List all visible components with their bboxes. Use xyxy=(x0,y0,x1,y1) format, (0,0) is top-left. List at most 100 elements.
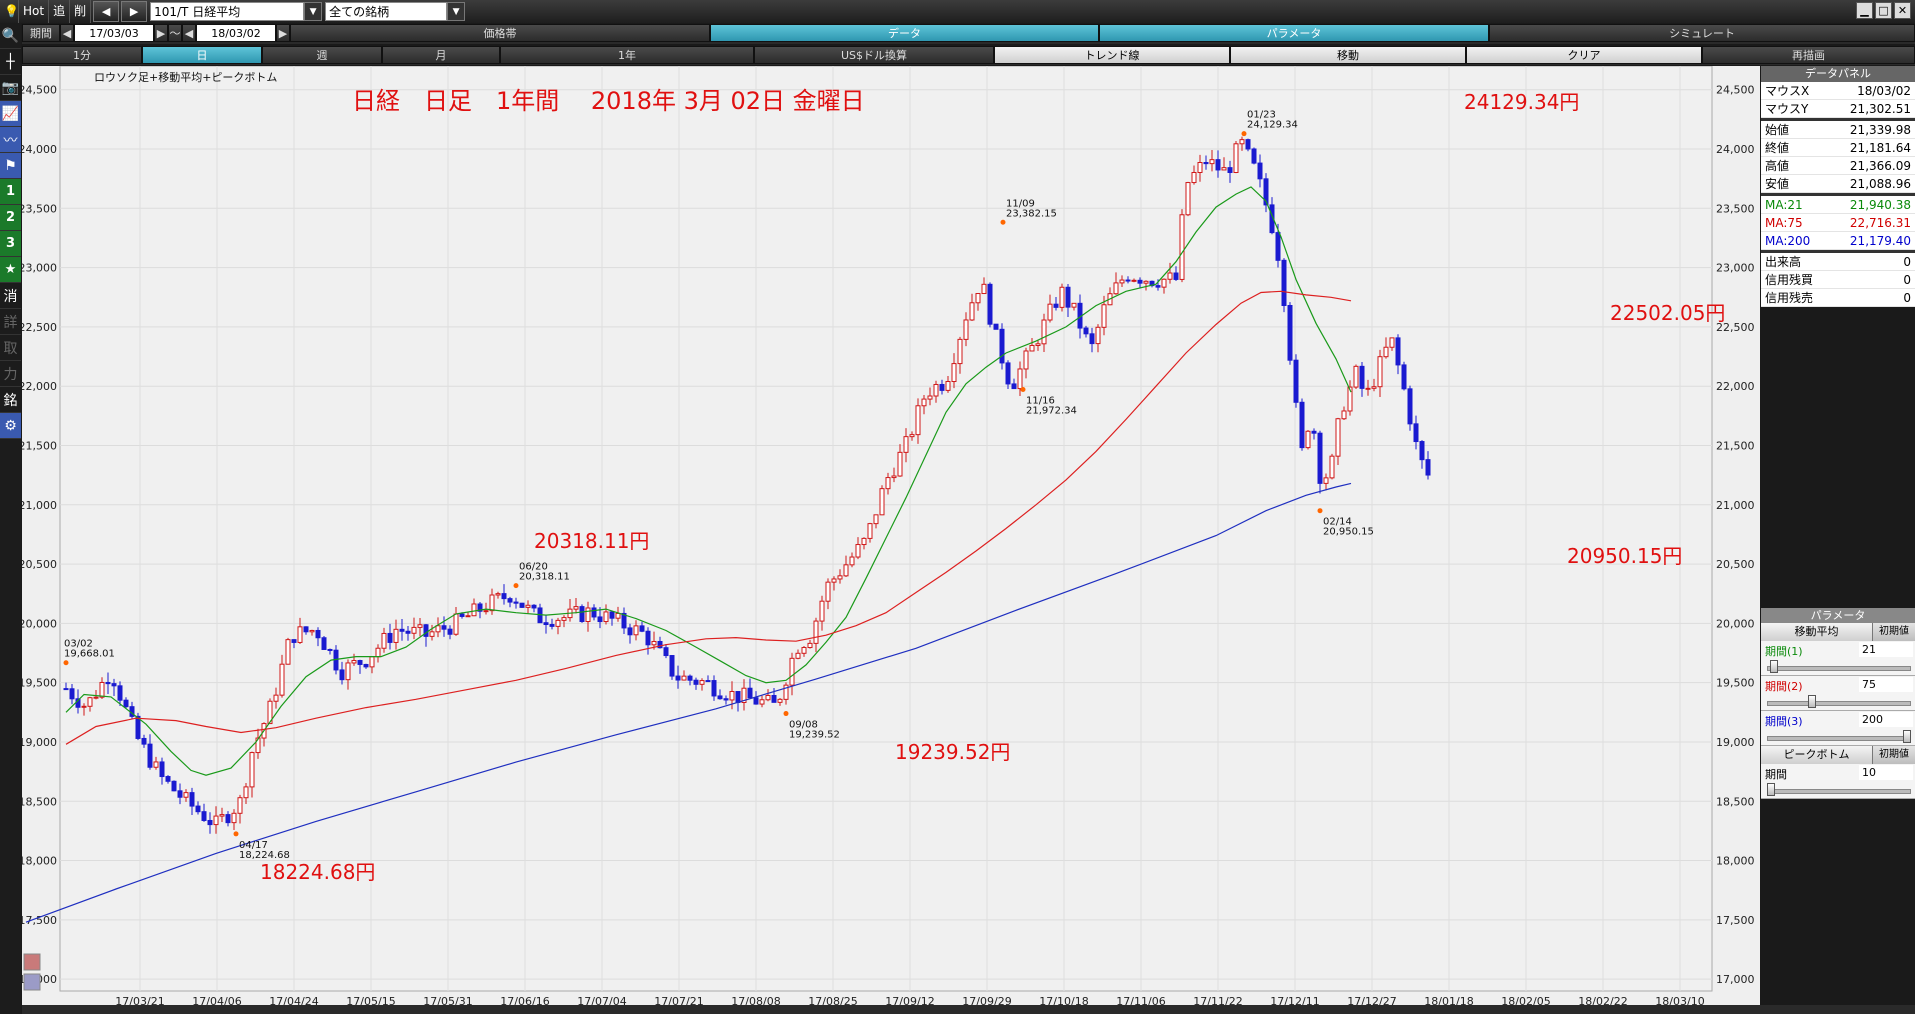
crosshair-icon[interactable]: ┼ xyxy=(0,49,21,75)
preset-1-button[interactable]: 1 xyxy=(0,179,21,205)
usd-convert-button[interactable]: US$ドル換算 xyxy=(754,46,994,64)
ma-period-slider[interactable] xyxy=(1767,701,1911,706)
line-chart-2-icon[interactable]: 〰 xyxy=(0,127,21,153)
y-tick-label-right: 23,000 xyxy=(1716,262,1755,275)
camera-icon[interactable]: 📷 xyxy=(0,75,21,101)
candle-body xyxy=(471,603,477,617)
candle-body xyxy=(327,648,333,651)
candle-body xyxy=(1119,279,1125,284)
from-next-button[interactable]: ▶ xyxy=(154,24,168,42)
search-icon[interactable]: 🔍 xyxy=(0,23,21,49)
candle-body xyxy=(945,381,951,391)
candle-body xyxy=(273,694,279,702)
bottom-scrollbar[interactable] xyxy=(22,1005,1915,1014)
ma-reset-button[interactable]: 初期値 xyxy=(1872,623,1915,641)
peak-reset-button[interactable]: 初期値 xyxy=(1872,746,1915,764)
to-next-button[interactable]: ▶ xyxy=(276,24,290,42)
detail-button[interactable]: 詳 xyxy=(0,309,21,335)
preset-2-button[interactable]: 2 xyxy=(0,205,21,231)
candle-body xyxy=(105,681,111,685)
trendline-button[interactable]: トレンド線 xyxy=(994,46,1230,64)
candle-body xyxy=(435,625,441,633)
tab-parameter[interactable]: パラメータ xyxy=(1099,24,1489,42)
universe-select[interactable]: 全ての銘柄 xyxy=(325,2,448,21)
ma-period-slider[interactable] xyxy=(1767,736,1911,741)
y-tick-label: 17,500 xyxy=(22,914,57,927)
prev-symbol-button[interactable]: ◀ xyxy=(93,1,120,22)
candle-body xyxy=(705,680,711,683)
ma-period-input[interactable]: 200 xyxy=(1859,712,1913,727)
gear-icon[interactable]: ⚙ xyxy=(0,413,21,439)
candle-body xyxy=(843,564,849,577)
candle-body xyxy=(1005,362,1011,385)
clear-button[interactable]: クリア xyxy=(1466,46,1702,64)
ma-period-input[interactable]: 21 xyxy=(1859,642,1913,657)
ma-period-slider-handle[interactable] xyxy=(1769,660,1778,673)
redraw-button[interactable]: 再描画 xyxy=(1702,46,1915,64)
candle-body xyxy=(867,523,873,539)
candle-body xyxy=(123,699,129,708)
symbol-button[interactable]: 銘 xyxy=(0,387,21,413)
peak-period-input[interactable]: 10 xyxy=(1859,765,1913,780)
erase-button[interactable]: 消 xyxy=(0,283,21,309)
tab-price-band[interactable]: 価格帯 xyxy=(290,24,710,42)
parameter-panel: パラメータ 移動平均 初期値 期間(1) 21 期間(2) 75 期間(3) 200 ピー… xyxy=(1761,608,1915,799)
from-prev-button[interactable]: ◀ xyxy=(60,24,74,42)
preset-3-button[interactable]: 3 xyxy=(0,231,21,257)
flag-icon[interactable]: ⚑ xyxy=(0,153,21,179)
to-prev-button[interactable]: ◀ xyxy=(182,24,196,42)
candlestick-chart[interactable]: 17,00017,00017,50017,50018,00018,00018,5… xyxy=(22,66,1760,1014)
to-date-input[interactable]: 18/03/02 xyxy=(196,24,276,42)
star-icon[interactable]: ★ xyxy=(0,257,21,283)
candle-body xyxy=(93,696,99,699)
tf-day[interactable]: 日 xyxy=(142,46,262,64)
trade-button[interactable]: 取 xyxy=(0,335,21,361)
chevron-down-icon[interactable]: ▼ xyxy=(304,2,323,21)
close-icon[interactable]: ✕ xyxy=(1894,2,1911,19)
minimize-icon[interactable]: ▁ xyxy=(1856,2,1873,19)
ma-period-param[interactable]: 期間(3) 200 xyxy=(1761,711,1915,746)
power-button[interactable]: 力 xyxy=(0,361,21,387)
tf-week[interactable]: 週 xyxy=(262,46,382,64)
delete-button[interactable]: 削 xyxy=(70,0,92,23)
candle-body xyxy=(369,656,375,668)
candle-body xyxy=(1317,432,1323,484)
ma-period-param[interactable]: 期間(2) 75 xyxy=(1761,676,1915,711)
next-symbol-button[interactable]: ▶ xyxy=(121,1,148,22)
tf-month[interactable]: 月 xyxy=(382,46,500,64)
tab-data[interactable]: データ xyxy=(710,24,1099,42)
line-chart-icon[interactable]: 📈 xyxy=(0,101,21,127)
tab-simulate[interactable]: シミュレート xyxy=(1489,24,1915,42)
ma-period-slider[interactable] xyxy=(1767,666,1911,671)
ma-period-slider-handle[interactable] xyxy=(1903,730,1911,743)
candle-body xyxy=(1335,418,1341,457)
peak-period-slider[interactable] xyxy=(1767,789,1911,794)
candle-body xyxy=(987,283,993,325)
move-button[interactable]: 移動 xyxy=(1230,46,1466,64)
candle-body xyxy=(627,627,633,636)
hot-button[interactable]: Hot xyxy=(19,0,50,23)
peak-period-slider-handle[interactable] xyxy=(1767,783,1775,796)
tf-1min[interactable]: 1分 xyxy=(22,46,142,64)
y-tick-label: 22,500 xyxy=(22,321,57,334)
maximize-icon[interactable]: □ xyxy=(1875,2,1892,19)
candle-body xyxy=(1035,343,1041,346)
ma-period-slider-handle[interactable] xyxy=(1807,695,1816,708)
candle-body xyxy=(1377,356,1383,388)
symbol-select[interactable]: 101/T 日経平均 xyxy=(150,2,305,21)
chart-area[interactable]: 17,00017,00017,50017,50018,00018,00018,5… xyxy=(22,66,1760,1014)
candle-body xyxy=(561,617,567,621)
add-button[interactable]: 追 xyxy=(49,0,71,23)
candle-body xyxy=(651,640,657,646)
app-icon[interactable]: 💡 xyxy=(0,0,19,23)
candle-body xyxy=(1083,327,1089,335)
ma-period-input[interactable]: 75 xyxy=(1859,677,1913,692)
from-date-input[interactable]: 17/03/03 xyxy=(74,24,154,42)
chevron-down-icon[interactable]: ▼ xyxy=(447,2,466,21)
range-1year[interactable]: 1年 xyxy=(500,46,754,64)
candle-body xyxy=(807,642,813,649)
candle-body xyxy=(429,631,435,637)
ma-period-param[interactable]: 期間(1) 21 xyxy=(1761,641,1915,676)
peak-period-param[interactable]: 期間 10 xyxy=(1761,764,1915,799)
candle-body xyxy=(441,625,447,630)
